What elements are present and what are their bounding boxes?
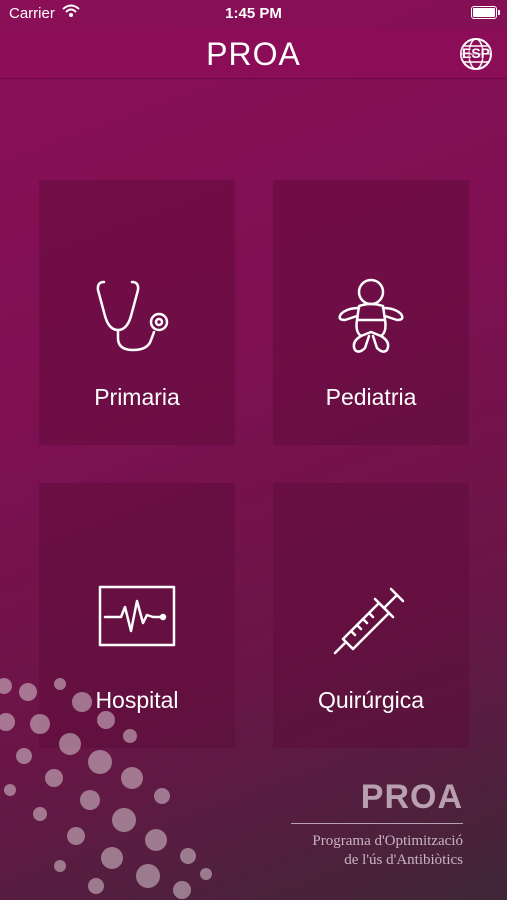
brand-divider xyxy=(291,823,463,824)
heart-monitor-icon xyxy=(98,585,176,647)
status-bar: Carrier 1:45 PM xyxy=(0,0,507,28)
clock: 1:45 PM xyxy=(225,5,282,22)
stethoscope-icon xyxy=(96,280,169,352)
tile-label-pediatria: Pediatria xyxy=(325,384,417,410)
navigation-bar: PROA ESP xyxy=(0,28,507,79)
tile-pediatria[interactable]: Pediatria xyxy=(273,180,469,445)
brand-block: PROA Programa d'Optimització de l'ús d'A… xyxy=(291,778,463,870)
tile-label-quirurgica: Quirúrgica xyxy=(317,687,425,713)
tile-label-primaria: Primaria xyxy=(94,384,180,410)
tile-quirurgica[interactable]: Quirúrgica xyxy=(273,483,469,748)
tile-primaria[interactable]: Primaria xyxy=(39,180,235,445)
brand-subtitle-line-1: Programa d'Optimització xyxy=(312,833,463,849)
syringe-icon xyxy=(333,587,405,655)
language-button[interactable]: ESP xyxy=(459,37,493,71)
battery-icon xyxy=(471,6,500,19)
brand-subtitle-line-2: de l'ús d'Antibiòtics xyxy=(344,852,463,868)
baby-icon xyxy=(338,278,404,353)
page-title: PROA xyxy=(206,36,301,72)
language-label: ESP xyxy=(461,45,490,61)
decorative-dots xyxy=(0,678,212,899)
brand-title: PROA xyxy=(360,778,463,816)
